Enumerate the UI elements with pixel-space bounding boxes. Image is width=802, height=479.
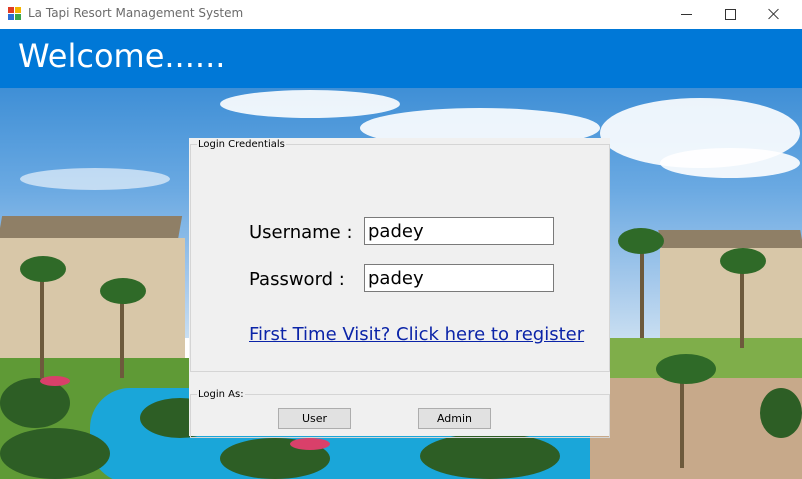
flower-bed (40, 376, 70, 386)
username-label: Username : (249, 222, 353, 243)
shrub (0, 428, 110, 479)
shrub (420, 433, 560, 479)
login-as-groupbox (190, 394, 610, 438)
building-roof (658, 230, 802, 250)
palm-tree (618, 228, 664, 254)
password-label: Password : (249, 269, 345, 290)
admin-login-button[interactable]: Admin (418, 408, 491, 429)
cloud (220, 90, 400, 118)
window-title: La Tapi Resort Management System (28, 6, 244, 20)
window-titlebar: La Tapi Resort Management System (0, 0, 802, 29)
username-input[interactable] (364, 217, 554, 245)
palm-tree (656, 354, 716, 384)
cloud (20, 168, 170, 190)
maximize-icon (725, 9, 736, 20)
palm-tree (100, 278, 146, 304)
minimize-button[interactable] (664, 0, 710, 29)
welcome-header: Welcome...... (0, 29, 802, 88)
flower-bed (290, 438, 330, 450)
palm-tree (20, 256, 66, 282)
welcome-title: Welcome...... (18, 37, 226, 75)
palm-tree (40, 268, 44, 378)
close-button[interactable] (752, 0, 798, 29)
close-icon (768, 8, 780, 20)
cloud (660, 148, 800, 178)
login-as-group-title: Login As: (197, 389, 245, 400)
shrub (760, 388, 802, 438)
palm-tree (720, 248, 766, 274)
building-roof (0, 216, 183, 240)
maximize-button[interactable] (708, 0, 754, 29)
app-icon (8, 7, 21, 20)
credentials-group-title: Login Credentials (197, 139, 286, 150)
register-link[interactable]: First Time Visit? Click here to register (249, 324, 584, 345)
user-login-button[interactable]: User (278, 408, 351, 429)
minimize-icon (681, 14, 692, 15)
password-input[interactable] (364, 264, 554, 292)
